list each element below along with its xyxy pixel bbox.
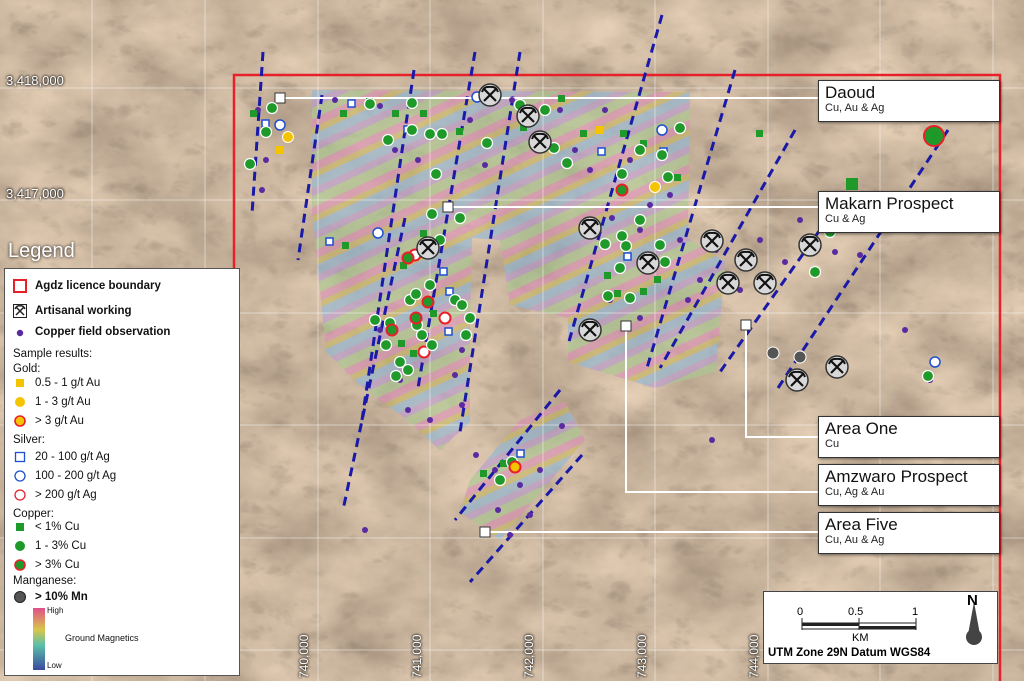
manganese-circle-icon [13, 590, 27, 604]
legend-silver-item: 100 - 200 g/t Ag [13, 469, 116, 483]
silver-high-circle-icon [13, 488, 27, 502]
datum-label: UTM Zone 29N Datum WGS84 [768, 647, 931, 659]
legend-artisanal: Artisanal working [13, 304, 132, 318]
legend-title: Legend [8, 240, 75, 262]
legend-gold-item: 1 - 3 g/t Au [13, 395, 91, 409]
copper-circle-icon [13, 539, 27, 553]
easting-label: 744,000 [747, 634, 761, 678]
callout-subtitle: Cu & Ag [825, 213, 866, 225]
legend: Agdz licence boundary Artisanal working … [4, 268, 240, 676]
map-figure: 3,418,000 3,417,000 740,000 741,000 742,… [0, 0, 1024, 681]
scale-tick-label: 0.5 [848, 606, 864, 618]
northing-label: 3,418,000 [6, 73, 64, 88]
gold-high-circle-icon [13, 414, 27, 428]
artisanal-working-icon [753, 271, 777, 295]
artisanal-working-icon [700, 229, 724, 253]
callout-subtitle: Cu, Ag & Au [825, 486, 885, 498]
silver-square-icon [13, 450, 27, 464]
callout-subtitle: Cu, Au & Ag [825, 534, 885, 546]
legend-copper-header: Copper: [13, 508, 54, 520]
copper-square-icon [13, 520, 27, 534]
legend-label: Artisanal working [35, 305, 132, 317]
easting-label: 741,000 [410, 634, 424, 678]
artisanal-working-icon [516, 104, 540, 128]
artisanal-working-icon [478, 83, 502, 107]
pickaxe-icon [13, 304, 27, 318]
easting-label: 742,000 [522, 634, 536, 678]
legend-licence: Agdz licence boundary [13, 279, 161, 293]
callout-title: Daoud [825, 83, 876, 102]
callout-title: Amzwaro Prospect [825, 467, 968, 486]
legend-silver-item: > 200 g/t Ag [13, 488, 97, 502]
magnetics-low-label: Low [47, 661, 62, 670]
scale-tick-label: 0 [797, 606, 804, 618]
callout-amzwaro-prospect: Amzwaro Prospect Cu, Ag & Au [818, 464, 1000, 506]
easting-label: 740,000 [297, 634, 311, 678]
gold-circle-icon [13, 395, 27, 409]
callout-title: Area One [825, 419, 898, 438]
copper-high-circle-icon [13, 558, 27, 572]
artisanal-working-icon [716, 271, 740, 295]
legend-manganese-item: > 10% Mn [13, 590, 88, 604]
legend-label: Agdz licence boundary [35, 280, 161, 292]
legend-label: > 200 g/t Ag [35, 489, 97, 501]
legend-label: < 1% Cu [35, 521, 80, 533]
silver-circle-icon [13, 469, 27, 483]
callout-subtitle: Cu, Au & Ag [825, 102, 885, 114]
legend-copper-obs: Copper field observation [13, 325, 170, 339]
artisanal-working-icon [825, 355, 849, 379]
copper-obs-dot-icon [13, 325, 27, 339]
legend-copper-item: < 1% Cu [13, 520, 79, 534]
licence-swatch-icon [13, 279, 27, 293]
legend-copper-item: 1 - 3% Cu [13, 539, 86, 553]
legend-label: > 3% Cu [35, 559, 80, 571]
legend-label: Copper field observation [35, 326, 171, 338]
callout-makarn-prospect: Makarn Prospect Cu & Ag [818, 191, 1000, 233]
legend-gold-item: > 3 g/t Au [13, 414, 84, 428]
magnetics-label: Ground Magnetics [65, 633, 139, 643]
artisanal-working-icon [785, 368, 809, 392]
callout-area-five: Area Five Cu, Au & Ag [818, 512, 1000, 554]
legend-silver-item: 20 - 100 g/t Ag [13, 450, 110, 464]
callout-subtitle: Cu [825, 438, 840, 450]
legend-gold-header: Gold: [13, 363, 41, 375]
artisanal-working-icon [636, 251, 660, 275]
scale-bar-box: 0 0.5 1 KM N UTM Zone 29N Datum WGS84 [763, 591, 998, 664]
legend-label: 20 - 100 g/t Ag [35, 451, 110, 463]
artisanal-working-icon [416, 236, 440, 260]
legend-label: 0.5 - 1 g/t Au [35, 377, 101, 389]
legend-label: 100 - 200 g/t Ag [35, 470, 117, 482]
scale-tick-label: 1 [912, 606, 919, 618]
magnetics-high-label: High [47, 606, 64, 615]
gold-square-icon [13, 376, 27, 390]
legend-silver-header: Silver: [13, 434, 45, 446]
callout-title: Makarn Prospect [825, 194, 954, 213]
callout-title: Area Five [825, 515, 898, 534]
magnetics-colour-ramp [33, 608, 45, 670]
legend-manganese-header: Manganese: [13, 575, 77, 587]
legend-label: > 3 g/t Au [35, 415, 84, 427]
callout-area-one: Area One Cu [818, 416, 1000, 458]
artisanal-working-icon [528, 130, 552, 154]
artisanal-working-icon [798, 233, 822, 257]
north-label: N [967, 592, 978, 609]
legend-label: 1 - 3% Cu [35, 540, 87, 552]
artisanal-working-icon [578, 318, 602, 342]
scale-unit: KM [852, 632, 869, 644]
legend-copper-item: > 3% Cu [13, 558, 79, 572]
easting-label: 743,000 [635, 634, 649, 678]
northing-label: 3,417,000 [6, 186, 64, 201]
artisanal-working-icon [578, 216, 602, 240]
legend-label: > 10% Mn [35, 591, 88, 603]
legend-gold-item: 0.5 - 1 g/t Au [13, 376, 100, 390]
legend-label: 1 - 3 g/t Au [35, 396, 91, 408]
artisanal-working-icon [734, 248, 758, 272]
callout-daoud: Daoud Cu, Au & Ag [818, 80, 1000, 122]
legend-sample-results: Sample results: [13, 348, 93, 360]
